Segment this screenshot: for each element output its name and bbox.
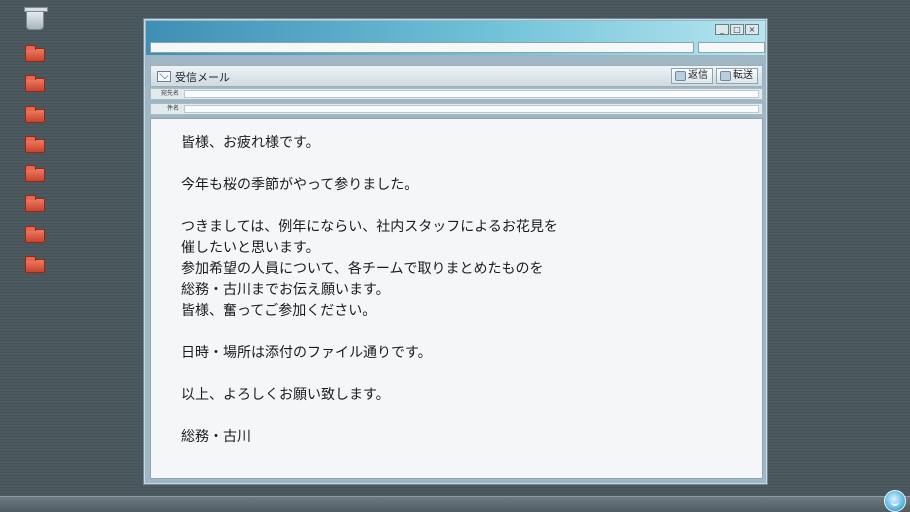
mail-body-area[interactable]: 皆様、お疲れ様です。 今年も桜の季節がやって参りました。 つきましては、例年にな… (150, 118, 763, 479)
window-titlebar[interactable]: _ □ × (146, 21, 765, 55)
assistant-icon[interactable] (884, 490, 906, 512)
to-label: 宛先名 (160, 90, 179, 97)
maximize-button[interactable]: □ (730, 24, 744, 35)
subject-field[interactable] (184, 105, 759, 113)
mail-body-text: 皆様、お疲れ様です。 今年も桜の季節がやって参りました。 つきましては、例年にな… (181, 135, 558, 445)
forward-button[interactable]: 転送 (716, 68, 758, 84)
mail-toolbar: 受信メール 返信 転送 (150, 65, 763, 87)
close-button[interactable]: × (745, 24, 759, 35)
folder-icon[interactable] (25, 75, 45, 92)
forward-icon (720, 71, 731, 81)
folder-icon[interactable] (25, 195, 45, 212)
folder-icon[interactable] (25, 106, 45, 123)
reply-label: 返信 (688, 70, 708, 81)
mail-window: _ □ × 受信メール 返信 転送 宛先名 件名 皆様、お疲れ様です。 今年も桜… (143, 18, 768, 485)
to-row: 宛先名 (150, 88, 763, 100)
taskbar (0, 496, 910, 512)
desktop-icons (22, 0, 48, 280)
folder-icon[interactable] (25, 226, 45, 243)
reply-button[interactable]: 返信 (671, 68, 713, 84)
envelope-icon (157, 71, 171, 82)
trash-icon[interactable] (24, 7, 48, 30)
to-field[interactable] (184, 90, 759, 98)
reply-icon (675, 71, 686, 81)
folder-icon[interactable] (25, 45, 45, 62)
address-bar[interactable] (150, 42, 694, 53)
folder-icon[interactable] (25, 165, 45, 182)
search-bar[interactable] (698, 42, 765, 53)
forward-label: 転送 (733, 70, 753, 81)
window-controls: _ □ × (715, 24, 759, 35)
subject-row: 件名 (150, 103, 763, 115)
folder-icon[interactable] (25, 136, 45, 153)
mail-title: 受信メール (175, 71, 230, 84)
subject-label: 件名 (166, 105, 179, 112)
folder-icon[interactable] (25, 256, 45, 273)
minimize-button[interactable]: _ (715, 24, 729, 35)
